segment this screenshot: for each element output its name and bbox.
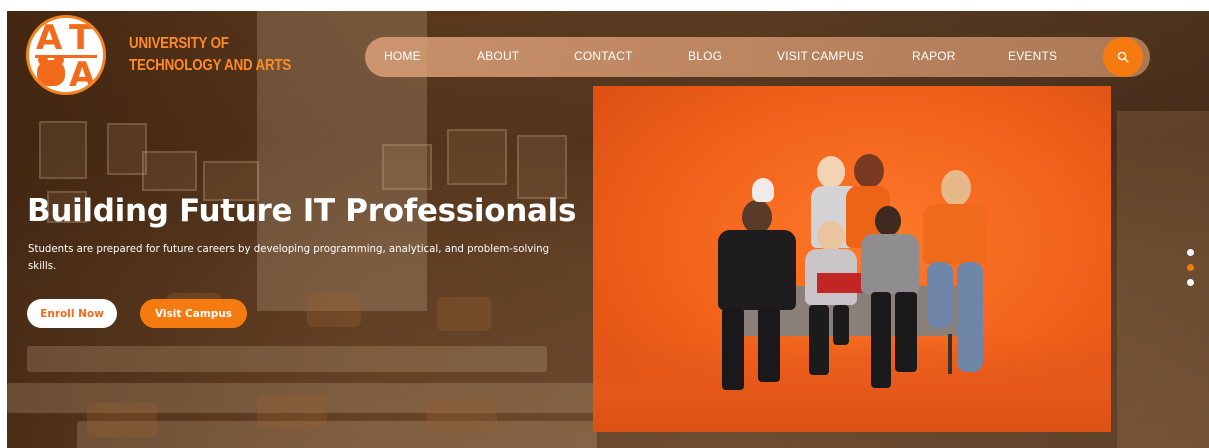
slider-dot-3[interactable] xyxy=(1187,279,1194,286)
nav-item-rapor[interactable]: RAPOR xyxy=(912,49,956,63)
photo-sofa-leg xyxy=(948,334,952,374)
background-chair xyxy=(437,297,491,331)
university-name[interactable]: UNIVERSITY OF TECHNOLOGY AND ARTS xyxy=(129,33,301,77)
background-panel xyxy=(1117,111,1209,448)
search-icon xyxy=(1117,51,1129,63)
background-chair xyxy=(307,293,361,327)
nav-item-home[interactable]: HOME xyxy=(384,49,421,63)
nav-item-about[interactable]: ABOUT xyxy=(477,49,519,63)
bear-icon xyxy=(37,55,65,86)
background-chair xyxy=(87,403,157,437)
background-chair xyxy=(257,395,327,429)
nav-item-blog[interactable]: BLOG xyxy=(688,49,722,63)
background-frame xyxy=(142,151,197,191)
hero-students-photo xyxy=(593,86,1111,432)
background-chair xyxy=(427,399,497,433)
background-frame xyxy=(107,123,147,175)
background-frame xyxy=(382,144,432,190)
background-frame xyxy=(39,121,87,179)
logo-letter-a-bottom: A xyxy=(69,55,96,95)
visit-campus-button[interactable]: Visit Campus xyxy=(140,299,247,328)
hero-headline: Building Future IT Professionals xyxy=(27,193,577,229)
logo-letter-t: T xyxy=(69,18,93,58)
nav-item-contact[interactable]: CONTACT xyxy=(574,49,633,63)
university-logo[interactable]: A T A xyxy=(26,15,106,95)
background-frame xyxy=(447,129,507,185)
nav-item-events[interactable]: EVENTS xyxy=(1008,49,1057,63)
hero-description: Students are prepared for future careers… xyxy=(28,244,550,272)
search-button[interactable] xyxy=(1103,37,1143,77)
background-desk xyxy=(27,346,547,372)
main-navigation: HOME ABOUT CONTACT BLOG VISIT CAMPUS RAP… xyxy=(365,37,1150,77)
slider-dot-2-active[interactable] xyxy=(1187,264,1194,271)
logo-letter-a: A xyxy=(36,18,63,58)
background-frame xyxy=(517,135,567,199)
enroll-now-button[interactable]: Enroll Now xyxy=(27,299,117,328)
slider-dot-1[interactable] xyxy=(1187,249,1194,256)
nav-item-visit-campus[interactable]: VISIT CAMPUS xyxy=(777,49,864,63)
photo-floor xyxy=(593,337,1111,432)
